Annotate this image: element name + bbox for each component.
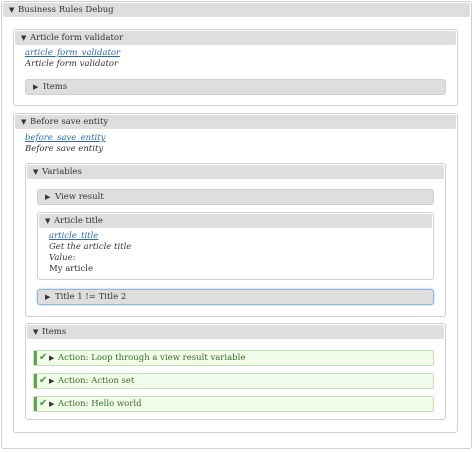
view-result-toggle[interactable]: ▶ View result (37, 189, 434, 205)
checkmark-icon: ✔ (39, 352, 48, 363)
triangle-right-icon: ▶ (33, 83, 39, 91)
items-header[interactable]: ▼ Items (27, 325, 444, 339)
action-row[interactable]: ✔ ▶ Action: Loop through a view result v… (33, 350, 434, 366)
article-form-validator-header[interactable]: ▼ Article form validator (15, 31, 456, 45)
triangle-right-icon: ▶ (49, 354, 55, 362)
article-form-items-toggle[interactable]: ▶ Items (25, 79, 446, 95)
before-save-entity-header[interactable]: ▼ Before save entity (15, 115, 456, 129)
before-save-entity-title: Before save entity (30, 117, 109, 127)
article-title-value: My article (49, 264, 93, 274)
triangle-down-icon: ▼ (21, 34, 27, 42)
triangle-down-icon: ▼ (33, 168, 39, 176)
condition-label: Title 1 != Title 2 (55, 292, 127, 302)
business-rules-debug-title: Business Rules Debug (18, 5, 114, 15)
view-result-label: View result (55, 192, 104, 202)
article-title-description: Get the article title (49, 242, 132, 252)
triangle-down-icon: ▼ (9, 6, 15, 14)
article-title-header[interactable]: ▼ Article title (39, 214, 432, 228)
article-title-title: Article title (54, 216, 103, 226)
triangle-down-icon: ▼ (33, 328, 39, 336)
action-label: Action: Hello world (58, 399, 142, 409)
article-form-validator-description: Article form validator (25, 59, 119, 69)
before-save-entity-description: Before save entity (25, 144, 104, 154)
article-title-link[interactable]: article_title (49, 231, 131, 242)
checkmark-icon: ✔ (39, 398, 48, 409)
condition-toggle[interactable]: ▶ Title 1 != Title 2 (37, 289, 434, 305)
checkmark-icon: ✔ (39, 375, 48, 386)
article-form-validator-link[interactable]: article_form_validator (25, 48, 120, 59)
action-row[interactable]: ✔ ▶ Action: Hello world (33, 396, 434, 412)
action-label: Action: Loop through a view result varia… (58, 353, 246, 363)
action-row[interactable]: ✔ ▶ Action: Action set (33, 373, 434, 389)
before-save-entity-link[interactable]: before_save_entity (25, 133, 105, 144)
triangle-down-icon: ▼ (21, 118, 27, 126)
article-title-value-label: Value: (49, 253, 76, 263)
triangle-right-icon: ▶ (49, 377, 55, 385)
success-bar (34, 351, 37, 365)
items-title: Items (42, 327, 67, 337)
triangle-down-icon: ▼ (45, 217, 51, 225)
triangle-right-icon: ▶ (49, 400, 55, 408)
article-form-validator-title: Article form validator (30, 33, 124, 43)
variables-title: Variables (42, 167, 82, 177)
variables-header[interactable]: ▼ Variables (27, 165, 444, 179)
triangle-right-icon: ▶ (45, 193, 51, 201)
triangle-right-icon: ▶ (45, 293, 51, 301)
article-form-items-label: Items (43, 82, 68, 92)
business-rules-debug-header[interactable]: ▼ Business Rules Debug (3, 3, 470, 17)
action-label: Action: Action set (58, 376, 135, 386)
success-bar (34, 374, 37, 388)
success-bar (34, 397, 37, 411)
